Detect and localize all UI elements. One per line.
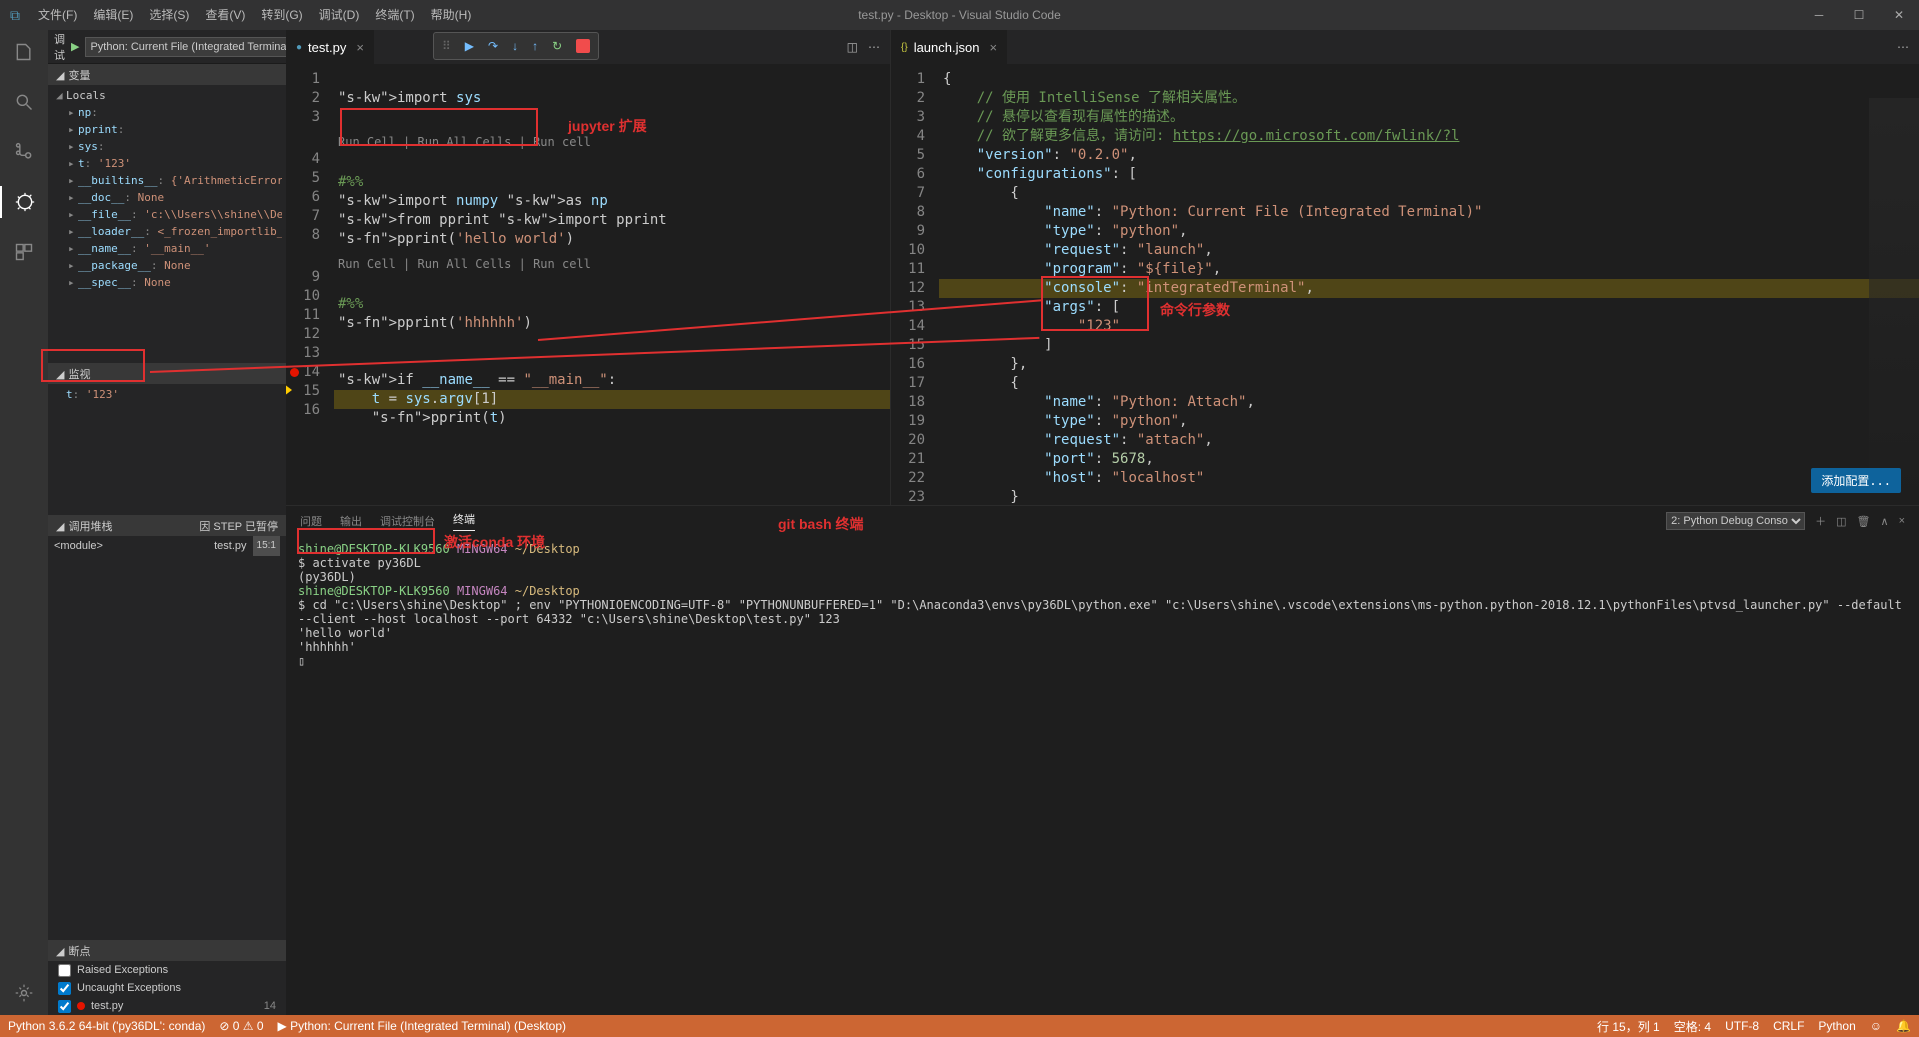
editor-area: ⠿ ▶ ↷ ↓ ↑ ↻ ● test.py × ◫ ⋯ — [286, 30, 1919, 1015]
bp-uncaught[interactable]: Uncaught Exceptions — [48, 979, 286, 997]
activity-bar — [0, 30, 48, 1015]
new-terminal-icon[interactable]: ＋ — [1815, 513, 1826, 529]
status-eol[interactable]: CRLF — [1773, 1019, 1804, 1033]
panel-tab-debugconsole[interactable]: 调试控制台 — [380, 513, 435, 529]
extensions-icon[interactable] — [0, 236, 48, 268]
variable-row[interactable]: ▸__builtins__: {'ArithmeticError': — [52, 172, 282, 189]
minimap[interactable] — [1869, 98, 1919, 505]
variable-row[interactable]: ▸t: '123' — [52, 155, 282, 172]
bp-raised[interactable]: Raised Exceptions — [48, 961, 286, 979]
panel-up-icon[interactable]: ∧ — [1881, 515, 1889, 528]
json-file-icon: {} — [901, 42, 908, 53]
bp-file[interactable]: test.py14 — [48, 997, 286, 1015]
minimize-icon[interactable]: ─ — [1799, 0, 1839, 30]
split-editor-icon[interactable]: ◫ — [847, 40, 858, 54]
tab-close-icon[interactable]: × — [356, 40, 364, 55]
menu-help[interactable]: 帮助(H) — [423, 0, 480, 30]
python-file-icon: ● — [296, 42, 302, 53]
status-debug-config[interactable]: ▶ Python: Current File (Integrated Termi… — [278, 1019, 566, 1033]
variable-row[interactable]: ▸__name__: '__main__' — [52, 240, 282, 257]
start-debug-icon[interactable]: ▶ — [71, 40, 79, 53]
variable-row[interactable]: ▸__package__: None — [52, 257, 282, 274]
section-breakpoints[interactable]: ◢断点 — [48, 941, 286, 961]
section-callstack[interactable]: ◢调用堆栈因 STEP 已暂停 — [48, 516, 286, 536]
status-encoding[interactable]: UTF-8 — [1725, 1019, 1759, 1033]
debug-icon[interactable] — [0, 186, 48, 218]
editor-actions-more-icon[interactable]: ⋯ — [868, 40, 880, 54]
callstack-frame[interactable]: <module> test.py 15:1 — [48, 536, 286, 556]
status-feedback-icon[interactable]: ☺ — [1870, 1019, 1882, 1033]
close-icon[interactable]: ✕ — [1879, 0, 1919, 30]
step-out-icon[interactable]: ↑ — [532, 39, 538, 53]
status-indent[interactable]: 空格: 4 — [1674, 1018, 1711, 1035]
terminal-selector[interactable]: 2: Python Debug Conso — [1666, 512, 1805, 530]
terminal-body[interactable]: shine@DESKTOP-KLK9560 MINGW64 ~/Desktop … — [286, 536, 1919, 1015]
tab-close-icon[interactable]: × — [989, 40, 997, 55]
step-over-icon[interactable]: ↷ — [488, 39, 498, 53]
menu-select[interactable]: 选择(S) — [141, 0, 197, 30]
panel-tab-problems[interactable]: 问题 — [300, 513, 322, 529]
panel-tab-output[interactable]: 输出 — [340, 513, 362, 529]
editor-actions-more-icon[interactable]: ⋯ — [1897, 40, 1909, 54]
watch-row[interactable]: t: '123' — [52, 386, 282, 403]
editor-right[interactable]: 1234567891011121314151617181920212223 { … — [891, 64, 1919, 505]
variables-scope[interactable]: ◢Locals — [52, 87, 282, 104]
variable-row[interactable]: ▸np: — [52, 104, 282, 121]
variable-row[interactable]: ▸__doc__: None — [52, 189, 282, 206]
debug-config-select[interactable]: Python: Current File (Integrated Termina… — [85, 37, 310, 57]
search-icon[interactable] — [0, 86, 48, 118]
add-config-button[interactable]: 添加配置... — [1811, 468, 1901, 493]
variable-row[interactable]: ▸__file__: 'c:\\Users\\shine\\Desktop\\… — [52, 206, 282, 223]
variable-row[interactable]: ▸__loader__: <_frozen_importlib_externa… — [52, 223, 282, 240]
status-problems[interactable]: ⊘ 0 ⚠ 0 — [219, 1019, 263, 1033]
settings-gear-icon[interactable] — [0, 977, 48, 1009]
menu-view[interactable]: 查看(V) — [197, 0, 253, 30]
panel-close-icon[interactable]: × — [1899, 515, 1905, 527]
step-into-icon[interactable]: ↓ — [512, 39, 518, 53]
window-title: test.py - Desktop - Visual Studio Code — [858, 8, 1061, 22]
menu-goto[interactable]: 转到(G) — [253, 0, 310, 30]
variable-row[interactable]: ▸pprint: — [52, 121, 282, 138]
status-bell-icon[interactable]: 🔔 — [1896, 1019, 1911, 1033]
panel-tab-terminal[interactable]: 终端 — [453, 511, 475, 531]
vscode-logo-icon: ⧉ — [0, 7, 30, 24]
git-icon[interactable] — [0, 136, 48, 168]
section-watch[interactable]: ◢监视 — [48, 364, 286, 384]
debug-label: 调试 — [54, 31, 65, 63]
stop-icon[interactable] — [576, 39, 590, 53]
files-icon[interactable] — [0, 36, 48, 68]
variable-row[interactable]: ▸__spec__: None — [52, 274, 282, 291]
debug-toolbar[interactable]: ⠿ ▶ ↷ ↓ ↑ ↻ — [433, 32, 599, 60]
drag-handle-icon[interactable]: ⠿ — [442, 39, 451, 53]
split-terminal-icon[interactable]: ◫ — [1836, 515, 1846, 528]
section-variables[interactable]: ◢变量 — [48, 65, 286, 85]
menu-file[interactable]: 文件(F) — [30, 0, 85, 30]
restart-icon[interactable]: ↻ — [552, 39, 562, 53]
status-language[interactable]: Python — [1818, 1019, 1855, 1033]
status-bar: Python 3.6.2 64-bit ('py36DL': conda) ⊘ … — [0, 1015, 1919, 1037]
menu-edit[interactable]: 编辑(E) — [85, 0, 141, 30]
editor-left[interactable]: 12345678910111213141516 "s-kw">import sy… — [286, 64, 890, 505]
trash-icon[interactable]: 🗑 — [1857, 515, 1871, 528]
debug-sidebar: 调试 ▶ Python: Current File (Integrated Te… — [48, 30, 286, 1015]
status-python-env[interactable]: Python 3.6.2 64-bit ('py36DL': conda) — [8, 1019, 205, 1033]
status-line-col[interactable]: 行 15，列 1 — [1597, 1018, 1660, 1035]
bottom-panel: 问题 输出 调试控制台 终端 2: Python Debug Conso ＋ ◫… — [286, 505, 1919, 1015]
maximize-icon[interactable]: ☐ — [1839, 0, 1879, 30]
titlebar: ⧉ 文件(F) 编辑(E) 选择(S) 查看(V) 转到(G) 调试(D) 终端… — [0, 0, 1919, 30]
variable-row[interactable]: ▸sys: — [52, 138, 282, 155]
menu-debug[interactable]: 调试(D) — [311, 0, 368, 30]
continue-icon[interactable]: ▶ — [465, 39, 474, 53]
menu-terminal[interactable]: 终端(T) — [367, 0, 422, 30]
tab-test-py[interactable]: ● test.py × — [286, 30, 375, 64]
tab-launch-json[interactable]: {} launch.json × — [891, 30, 1008, 64]
